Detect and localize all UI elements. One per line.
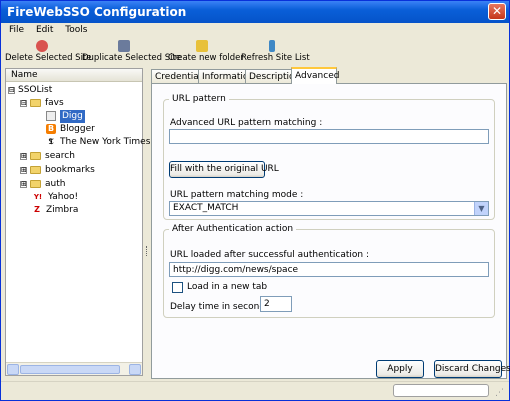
folder-icon (30, 166, 41, 174)
close-icon: ✕ (491, 4, 503, 18)
fill-original-url-button[interactable]: Fill with the original URL (169, 161, 279, 178)
window-title: FireWebSSO Configuration (7, 5, 187, 19)
tree-node-digg[interactable]: Digg (46, 110, 85, 123)
new-tab-label: Load in a new tab (187, 282, 268, 292)
tree-node-label: Digg (60, 110, 85, 123)
toolbar: Delete Selected Site Duplicate Selected … (1, 39, 509, 67)
scroll-left-icon[interactable] (7, 364, 19, 375)
tree-node-nytimes[interactable]: 𝕿 The New York Times (46, 136, 151, 149)
tree-node-label: favs (45, 98, 64, 108)
delay-input[interactable] (260, 296, 292, 312)
tab-information[interactable]: Information (198, 69, 254, 83)
folder-icon (30, 152, 41, 160)
duplicate-site-label: Duplicate Selected Site (82, 53, 182, 63)
discard-changes-button[interactable]: Discard Changes (434, 360, 510, 378)
refresh-list-button[interactable]: Refresh Site List (241, 39, 310, 67)
scroll-right-icon[interactable] (129, 364, 141, 375)
after-auth-legend: After Authentication action (172, 224, 294, 234)
menu-file[interactable]: File (5, 23, 29, 35)
new-tab-checkbox[interactable] (172, 282, 183, 293)
blogger-icon: B (46, 124, 56, 134)
tree-horizontal-scrollbar[interactable] (6, 362, 142, 375)
tab-credentials[interactable]: Credentials (151, 69, 206, 83)
zimbra-icon: Z (34, 205, 40, 214)
close-button[interactable]: ✕ (488, 3, 506, 20)
expand-icon[interactable]: ⊞ (20, 181, 27, 188)
delete-site-button[interactable]: Delete Selected Site (5, 39, 92, 67)
create-folder-button[interactable]: Create new folder (168, 39, 244, 67)
tree-node-ssolist[interactable]: ⊟ SSOList (8, 84, 52, 97)
tab-description[interactable]: Description (245, 69, 300, 83)
tab-advanced[interactable]: Advanced (291, 67, 339, 84)
refresh-list-label: Refresh Site List (241, 53, 310, 63)
resize-grip-icon[interactable]: ⋰ (495, 387, 507, 399)
tree-node-label: Yahoo! (48, 192, 79, 202)
main-window: FireWebSSO Configuration ✕ File Edit Too… (0, 0, 510, 401)
apply-button[interactable]: Apply (376, 360, 424, 378)
status-progress-box (393, 384, 489, 397)
delete-site-label: Delete Selected Site (5, 53, 92, 63)
matching-mode-select[interactable]: EXACT_MATCH ▼ (169, 201, 489, 216)
post-auth-url-input[interactable] (169, 262, 489, 277)
delete-icon (36, 40, 48, 52)
duplicate-site-button[interactable]: Duplicate Selected Site (82, 39, 182, 67)
panel-splitter[interactable] (144, 68, 150, 376)
tree-node-label: Zimbra (46, 205, 79, 215)
tree-node-label: The New York Times (60, 137, 151, 147)
expand-icon[interactable]: ⊞ (20, 167, 27, 174)
refresh-icon (269, 40, 275, 52)
expand-icon[interactable]: ⊞ (20, 153, 27, 160)
title-bar: FireWebSSO Configuration ✕ (1, 1, 509, 23)
create-folder-label: Create new folder (168, 53, 244, 63)
url-pattern-input[interactable] (169, 129, 489, 144)
tree-node-yahoo[interactable]: Y! Yahoo! (32, 191, 78, 204)
url-pattern-field-label: Advanced URL pattern matching : (170, 118, 323, 128)
tree-node-auth[interactable]: ⊞ auth (20, 178, 65, 191)
tree-node-bookmarks[interactable]: ⊞ bookmarks (20, 164, 95, 177)
tree-node-label: auth (45, 179, 66, 189)
tree-node-label: bookmarks (45, 165, 95, 175)
tree-node-label: SSOList (18, 85, 53, 95)
tree-body: ⊟ SSOList ⊟ favs Digg B Blogger 𝕿 The New Yo… (6, 82, 150, 362)
menu-edit[interactable]: Edit (32, 23, 58, 35)
url-pattern-legend: URL pattern (172, 94, 226, 104)
tree-node-blogger[interactable]: B Blogger (46, 123, 95, 136)
splitter-grip-icon[interactable] (146, 246, 148, 256)
tree-node-zimbra[interactable]: Z Zimbra (32, 204, 78, 217)
folder-icon (30, 99, 41, 107)
status-bar: ⋰ (1, 381, 509, 400)
chevron-down-icon[interactable]: ▼ (474, 202, 488, 215)
matching-mode-label: URL pattern matching mode : (170, 190, 304, 200)
new-folder-icon (196, 40, 208, 52)
site-tree[interactable]: Name ⊟ SSOList ⊟ favs Digg B Blogger 𝕿 The N… (5, 68, 150, 376)
menu-tools[interactable]: Tools (61, 23, 92, 35)
tree-node-favs[interactable]: ⊟ favs (20, 97, 64, 110)
duplicate-icon (118, 40, 130, 52)
digg-icon (46, 111, 56, 121)
menu-bar: File Edit Tools (1, 23, 509, 39)
nytimes-icon: 𝕿 (48, 137, 54, 146)
post-auth-url-label: URL loaded after successful authenticati… (170, 250, 369, 260)
advanced-tab-panel: URL pattern Advanced URL pattern matchin… (151, 83, 510, 379)
tree-node-search[interactable]: ⊞ search (20, 150, 75, 163)
scroll-thumb[interactable] (20, 365, 120, 374)
collapse-icon[interactable]: ⊟ (8, 87, 15, 94)
matching-mode-value: EXACT_MATCH (173, 203, 239, 213)
collapse-icon[interactable]: ⊟ (20, 100, 27, 107)
tree-header-name[interactable]: Name (6, 69, 142, 82)
folder-icon (30, 180, 41, 188)
tree-node-label: search (45, 151, 75, 161)
tree-node-label: Blogger (60, 124, 95, 134)
yahoo-icon: Y! (33, 193, 43, 201)
